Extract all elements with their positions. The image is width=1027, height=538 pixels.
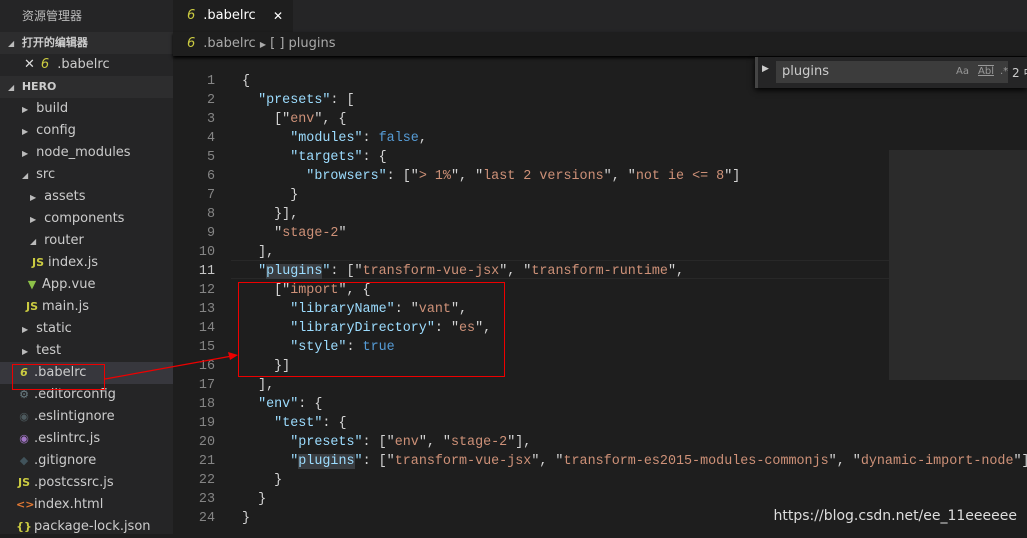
annotation-arrow <box>104 352 238 380</box>
watermark: https://blog.csdn.net/ee_11eeeeee <box>773 508 1017 524</box>
